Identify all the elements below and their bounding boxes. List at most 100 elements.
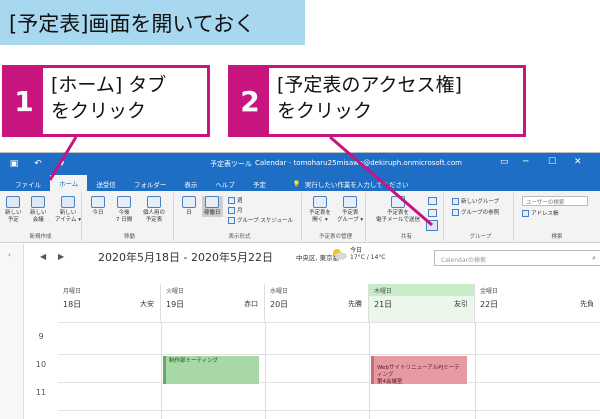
button-label: 予定表を 開く ▾ [309,210,332,223]
rokuyo-label: 大安 [140,300,154,308]
browse-groups-button[interactable]: グループの参照 [452,208,499,216]
day-icon [182,196,196,208]
calendar-icon [6,196,21,208]
next-arrow-icon[interactable]: ▶ [58,252,64,261]
day-headers: 月曜日 18日 大安 火曜日 19日 赤口 水曜日 20日 先勝 木曜日 21日… [58,284,600,322]
save-icon[interactable]: ▣ [8,158,20,170]
week-icon [228,196,235,204]
rokuyo-label: 友引 [454,300,468,308]
callout-number: 2 [231,68,269,134]
button-label: 予定表 グループ ▾ [337,210,364,223]
day-column-friday[interactable]: 金曜日 22日 先負 [475,284,600,322]
button-label: 今日 [92,210,104,216]
undo-icon[interactable]: ↶ [32,158,44,170]
event-title: WebサイトリニューアルPJミーティング 第4会議室 [377,365,460,385]
day-view-button[interactable]: 日 [182,196,196,217]
expand-arrow-icon[interactable]: › [8,251,11,259]
share-calendar-icon[interactable] [428,197,437,205]
group-arrange: 日 稼働日 週 月 グループ スケジュール 表示形式 [178,193,302,241]
button-label: グループ スケジュール [237,218,294,224]
callout-text: [ホーム] タブ をクリック [51,74,167,122]
rokuyo-label: 赤口 [244,300,258,308]
address-book-button[interactable]: アドレス帳 [522,209,559,217]
tab-file[interactable]: ファイル [6,177,50,191]
calendar-groups-button[interactable]: 予定表 グループ ▾ [337,196,363,224]
week-view-button[interactable]: 週 [228,196,243,204]
button-label: 新しい アイテム ▾ [55,210,81,223]
new-group-button[interactable]: 新しいグループ [452,197,499,205]
button-label: 週 [237,198,243,204]
group-find: ユーザーの検索 アドレス帳 検索 [518,193,596,241]
hour-label: 10 [35,360,47,369]
day-column-wednesday[interactable]: 水曜日 20日 先勝 [265,284,369,322]
today-button[interactable]: 今日 [91,196,105,217]
tell-me-box[interactable]: 💡 実行したい作業を入力してください [293,177,409,191]
group-label: グループ [469,234,492,240]
workweek-view-button[interactable]: 稼働日 [202,196,223,217]
previous-arrow-icon[interactable]: ◀ [40,252,46,261]
group-label: 検索 [551,234,563,240]
address-book-icon [522,209,529,217]
weekday-label: 月曜日 [58,284,160,296]
ribbon: 新しい 予定 新しい 会議 新しい アイテム ▾ 新規作成 今日 今後 7 日間 [0,191,600,243]
hour-label: 11 [35,388,47,397]
callout-number: 1 [5,68,43,134]
date-label: 19日 [166,300,185,309]
close-icon[interactable]: ✕ [574,157,582,167]
email-calendar-icon [391,196,405,208]
button-label: 日 [186,210,192,216]
maximize-icon[interactable]: ☐ [548,157,556,167]
group-manage: 予定表を 開く ▾ 予定表 グループ ▾ 予定表の管理 [306,193,366,241]
calendar-permissions-button[interactable] [426,220,438,231]
email-calendar-button[interactable]: 予定表を 電子メールで送信 [376,196,420,224]
folder-pane-collapsed[interactable]: › [0,244,24,419]
search-icon[interactable]: ⌕ [592,254,596,263]
weekday-label: 水曜日 [265,284,368,296]
dropdown-icon[interactable]: ▾ [56,158,68,170]
lightbulb-icon: 💡 [292,180,301,188]
group-label: 予定表の管理 [318,234,352,240]
tab-send-receive[interactable]: 送受信 [87,177,125,191]
ribbon-tabs: ファイル ホーム 送受信 フォルダー 表示 ヘルプ 予定 💡 実行したい作業を入… [0,175,600,191]
tab-help[interactable]: ヘルプ [206,177,244,191]
next-7-days-button[interactable]: 今後 7 日間 [116,196,132,224]
weather-day: 今日 [350,247,363,254]
minimize-icon[interactable]: ─ [523,157,528,167]
event-title: 制作部ミーティング [169,358,219,364]
ribbon-display-icon[interactable]: ▭ [500,157,509,167]
calendar-search-input[interactable]: Calendarの検索 ⌕ [434,250,600,266]
workweek-icon [205,196,220,208]
tab-view[interactable]: 表示 [175,177,206,191]
personal-calendar-button[interactable]: 個人用の 予定表 [143,196,165,224]
group-schedule-button[interactable]: グループ スケジュール [228,216,293,224]
publish-online-icon[interactable] [428,209,437,217]
day-column-monday[interactable]: 月曜日 18日 大安 [58,284,161,322]
open-calendar-icon [313,196,327,208]
day-column-tuesday[interactable]: 火曜日 19日 赤口 [161,284,265,322]
time-grid[interactable]: 9 10 11 制作部ミーティング WebサイトリニューアルPJミーティング 第… [24,322,600,419]
event-block[interactable]: WebサイトリニューアルPJミーティング 第4会議室 [371,356,467,385]
button-label: 稼働日 [204,210,221,216]
group-icon [452,197,459,205]
new-items-button[interactable]: 新しい アイテム ▾ [55,196,81,224]
open-calendar-button[interactable]: 予定表を 開く ▾ [309,196,331,224]
button-label: アドレス帳 [531,211,559,217]
event-block[interactable]: 制作部ミーティング [163,356,259,384]
outlook-window: ▣ ↶ ▾ 予定表ツール Calendar - tomoharu25misawa… [0,152,600,419]
personal-calendar-icon [147,196,161,208]
group-new: 新しい 予定 新しい 会議 新しい アイテム ▾ 新規作成 [0,193,82,241]
weather-temp: 今日 17°C / 14°C [350,247,385,261]
tab-home[interactable]: ホーム [50,175,88,191]
month-view-button[interactable]: 月 [228,206,243,214]
tab-folder[interactable]: フォルダー [125,177,176,191]
callout-step-2: 2 [予定表のアクセス権] をクリック [228,65,526,137]
day-column-thursday[interactable]: 木曜日 21日 友引 [369,284,475,322]
weekday-label: 火曜日 [161,284,264,296]
search-people-input[interactable]: ユーザーの検索 [522,196,588,206]
calendar-nav-bar: ◀ ▶ 2020年5月18日 - 2020年5月22日 中央区, 東京都 ▾ 今… [24,244,600,284]
new-appointment-button[interactable]: 新しい 予定 [5,196,22,224]
new-meeting-button[interactable]: 新しい 会議 [30,196,47,224]
group-move: 今日 今後 7 日間 個人用の 予定表 移動 [86,193,174,241]
tab-schedule[interactable]: 予定 [244,177,275,191]
date-range: 2020年5月18日 - 2020年5月22日 [98,251,273,264]
